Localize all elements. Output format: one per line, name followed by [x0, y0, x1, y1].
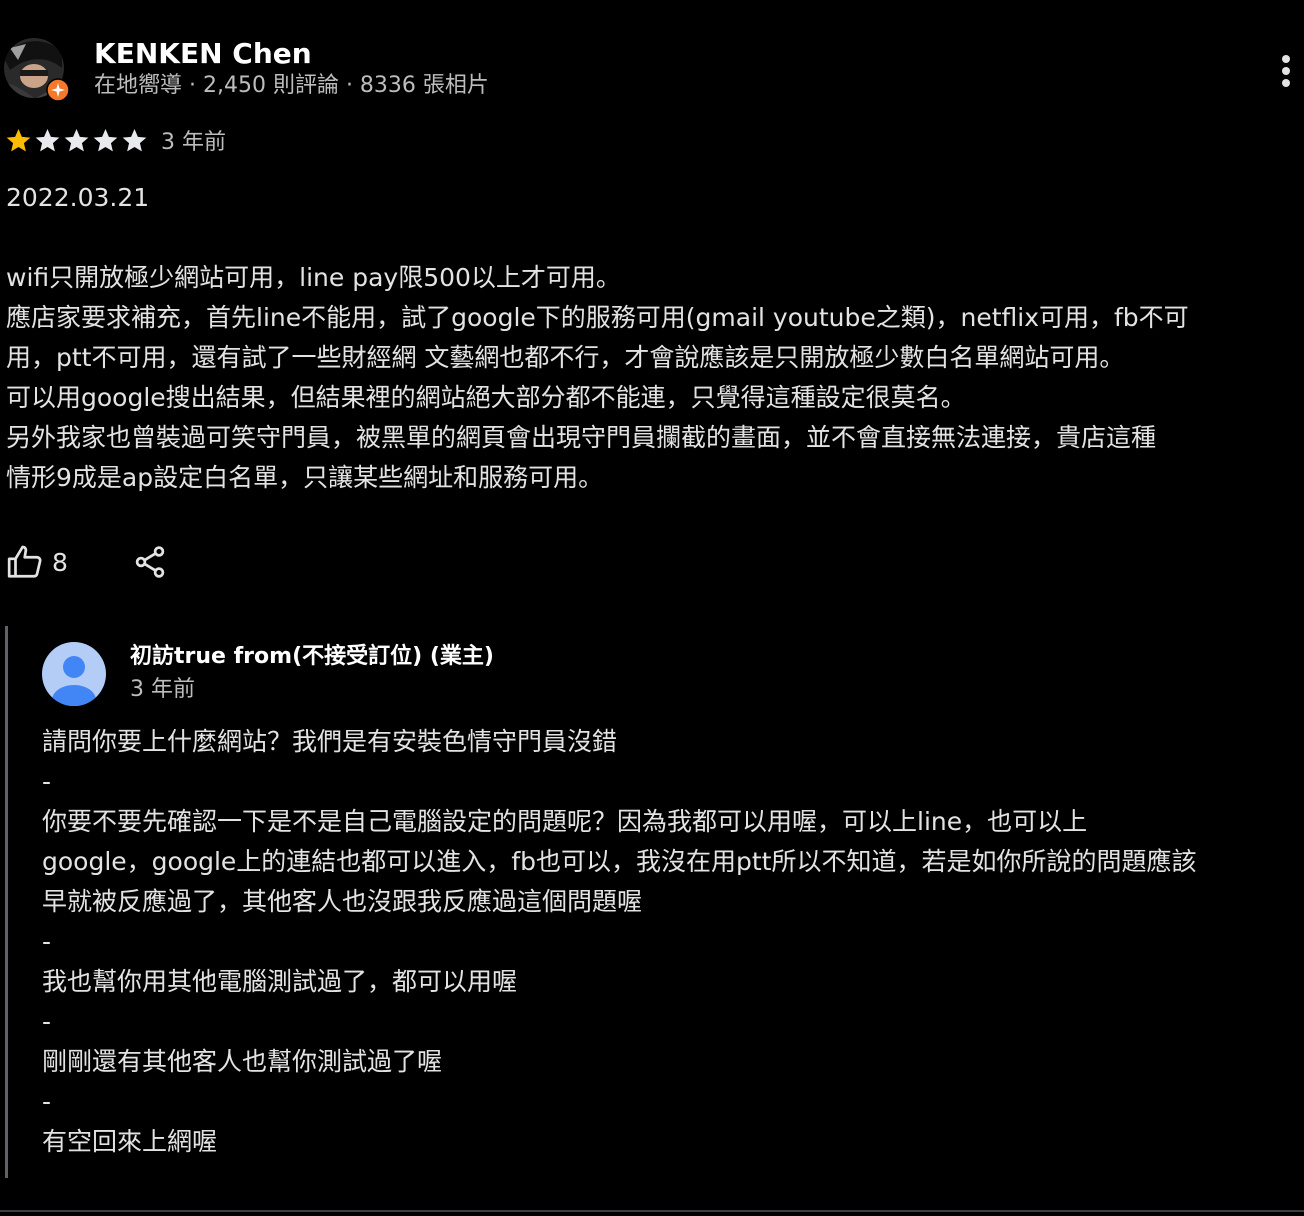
- star-icon: [64, 128, 89, 151]
- reply-text-line: 你要不要先確認一下是不是自己電腦設定的問題呢？因為我都可以用喔，可以上line，…: [42, 807, 1088, 836]
- rating-row: 3 年前: [4, 122, 226, 158]
- reply-text-line: -: [42, 1007, 52, 1036]
- review-card: KENKEN Chen 在地嚮導 · 2,450 則評論 · 8336 張相片 …: [0, 0, 1304, 1216]
- reply-text-line: 早就被反應過了，其他客人也沒跟我反應過這個問題喔: [42, 887, 643, 916]
- review-actions: 8: [6, 538, 168, 586]
- reply-text-line: 我也幫你用其他電腦測試過了，都可以用喔: [42, 967, 518, 996]
- star-icon: [122, 128, 147, 151]
- reply-text-line: 請問你要上什麼網站？我們是有安裝色情守門員沒錯: [42, 727, 618, 756]
- divider: [0, 1210, 1304, 1212]
- owner-reply-text: 請問你要上什麼網站？我們是有安裝色情守門員沒錯 - 你要不要先確認一下是不是自己電腦…: [42, 722, 1304, 1162]
- reply-text-line: 有空回來上網喔: [42, 1127, 218, 1156]
- more-vert-icon: [1282, 55, 1290, 87]
- review-text-line: 應店家要求補充，首先line不能用，試了google下的服務可用(gmail y…: [6, 303, 1189, 332]
- local-guide-badge-icon: [46, 78, 70, 102]
- owner-name: 初訪true from(不接受訂位) (業主): [130, 644, 494, 669]
- star-icon: [6, 128, 31, 151]
- owner-avatar: [42, 642, 106, 706]
- owner-reply-time: 3 年前: [130, 677, 195, 702]
- star-icon: [93, 128, 118, 151]
- review-text: 2022.03.21 wifi只開放極少網站可用，line pay限500以上才…: [6, 178, 1302, 498]
- reply-text-line: -: [42, 1087, 52, 1116]
- more-options-button[interactable]: [1266, 50, 1304, 92]
- review-text-line: 可以用google搜出結果，但結果裡的網站絕大部分都不能連，只覺得這種設定很莫名…: [6, 383, 966, 412]
- star-icon: [35, 128, 60, 151]
- like-button[interactable]: 8: [6, 543, 68, 581]
- review-text-line: 2022.03.21: [6, 183, 150, 212]
- review-text-line: wifi只開放極少網站可用，line pay限500以上才可用。: [6, 263, 621, 292]
- review-text-line: 用，ptt不可用，還有試了一些財經網 文藝網也都不行，才會說應該是只開放極少數白…: [6, 343, 1125, 372]
- review-text-line: 情形9成是ap設定白名單，只讓某些網址和服務可用。: [6, 463, 604, 492]
- reply-text-line: google，google上的連結也都可以進入，fb也可以，我沒在用ptt所以不…: [42, 847, 1197, 876]
- star-rating: [4, 126, 149, 155]
- review-time: 3 年前: [161, 130, 226, 155]
- reviewer-avatar[interactable]: [4, 38, 70, 104]
- reviewer-meta: 在地嚮導 · 2,450 則評論 · 8336 張相片: [94, 73, 489, 98]
- share-icon: [135, 546, 165, 578]
- review-text-line: [6, 218, 1302, 258]
- review-text-line: 另外我家也曾裝過可笑守門員，被黑單的網頁會出現守門員攔截的畫面，並不會直接無法連…: [6, 423, 1157, 452]
- reviewer-name[interactable]: KENKEN Chen: [94, 36, 312, 72]
- share-button[interactable]: [132, 544, 168, 580]
- reply-text-line: -: [42, 927, 52, 956]
- reply-text-line: 剛剛還有其他客人也幫你測試過了喔: [42, 1047, 443, 1076]
- reply-thread-bar: [5, 626, 8, 1178]
- like-count: 8: [52, 547, 68, 577]
- thumb-up-icon: [7, 545, 42, 578]
- reply-text-line: -: [42, 767, 52, 796]
